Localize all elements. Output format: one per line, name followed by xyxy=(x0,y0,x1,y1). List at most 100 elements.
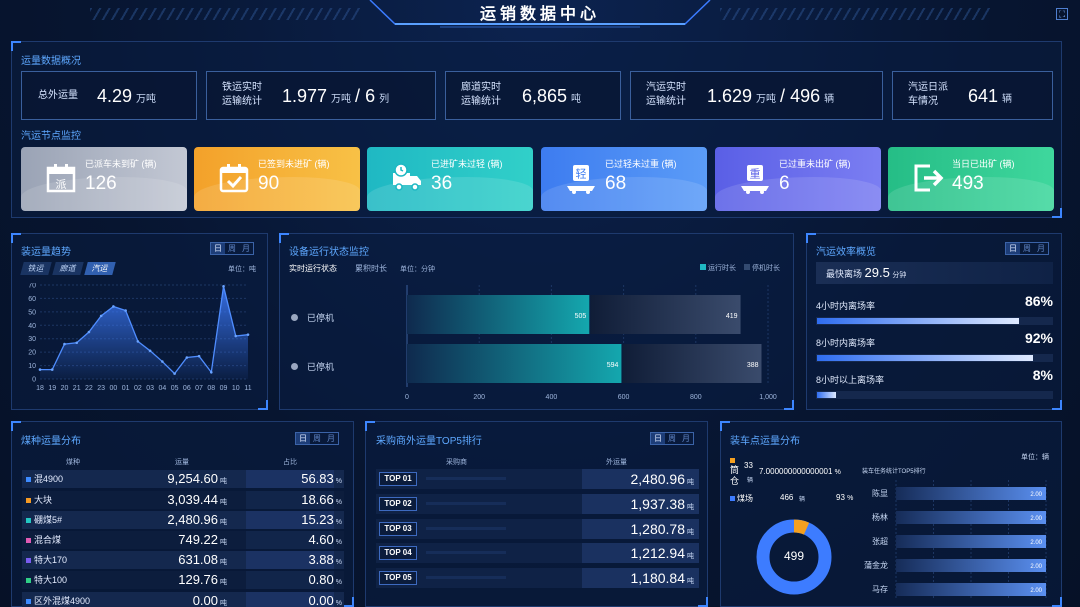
coal-volume: 749.22 吨 xyxy=(178,532,227,547)
node-value: 90 xyxy=(258,173,280,194)
loading-bar xyxy=(896,559,1046,572)
node-card-4[interactable]: 轻 已过轻未过重 (辆) 68 xyxy=(541,147,707,211)
legend-run: 运行时长 xyxy=(700,263,736,273)
efficiency-fill xyxy=(817,355,1033,361)
top5-row: TOP 05 1,180.84 吨 xyxy=(376,568,699,588)
trend-point xyxy=(197,354,201,358)
mode-truck[interactable]: 汽运 xyxy=(84,262,116,275)
tab-day[interactable]: 日 xyxy=(211,243,225,254)
node-card-3[interactable]: 已进矿未过轻 (辆) 36 xyxy=(367,147,533,211)
top5-period-tabs: 日周月 xyxy=(650,432,694,445)
coal-name: 区外混煤4900 xyxy=(34,596,91,606)
coal-row: 区外混煤4900 0.00 吨 0.00% xyxy=(22,592,344,607)
node-card-5[interactable]: 重 已过重未出矿 (辆) 6 xyxy=(715,147,881,211)
trend-ytick: 40 xyxy=(28,323,36,330)
tab-week[interactable]: 周 xyxy=(665,433,679,444)
device-sub-accum[interactable]: 累积时长 xyxy=(355,263,387,274)
tab-week[interactable]: 周 xyxy=(225,243,239,254)
efficiency-fill xyxy=(817,392,836,398)
loading-bar-name: 陈显 xyxy=(872,488,888,498)
stat-truck-value: 1.629 万吨/ 496 辆 xyxy=(707,86,835,106)
coal-volume: 129.76 吨 xyxy=(178,572,227,587)
trend-point xyxy=(185,356,189,359)
coal-color-dot xyxy=(26,599,31,604)
trend-point xyxy=(234,334,238,338)
legend-yard: 煤场 466 辆 93 % xyxy=(730,493,860,505)
stat-rail: 铁运实时 运输统计 1.977 万吨/ 6列 xyxy=(206,71,436,120)
tab-week[interactable]: 周 xyxy=(310,433,324,444)
stat-rail-value: 1.977 万吨/ 6列 xyxy=(282,86,390,106)
trend-point xyxy=(99,314,103,318)
stat-total: 总外运量 4.29 万吨 xyxy=(21,71,197,120)
top5-buyer-blur xyxy=(426,502,506,505)
fastest-exit: 最快离场 29.5 分钟 xyxy=(816,262,1053,284)
coal-name: 混合煤 xyxy=(34,535,62,545)
coal-name: 硼煤5# xyxy=(34,515,63,525)
svg-text:轻: 轻 xyxy=(576,167,587,181)
overview-title: 运量数据概况 xyxy=(21,56,81,67)
coal-row: 混合煤 749.22 吨 4.60% xyxy=(22,531,344,549)
tab-month[interactable]: 月 xyxy=(324,433,338,444)
trend-title: 装运量趋势 xyxy=(21,247,71,258)
coal-row: 混4900 9,254.60 吨 56.83% xyxy=(22,470,344,488)
stat-corridor-label: 廊道实时 运输统计 xyxy=(461,82,501,107)
coal-percent: 15.23% xyxy=(301,512,342,527)
device-stop-bar xyxy=(622,344,762,383)
device-xtick: 1,000 xyxy=(759,394,777,401)
loading-bar-chart: 陈显 2.00 杨林 2.00 张超 2.00 蒲金龙 2.00 马存 2.00 xyxy=(864,480,1047,600)
tab-month[interactable]: 月 xyxy=(679,433,693,444)
trend-xtick: 20 xyxy=(61,385,69,392)
top5-volume: 1,212.94 吨 xyxy=(630,545,695,561)
tab-day[interactable]: 日 xyxy=(296,433,310,444)
top5-rank-badge: TOP 05 xyxy=(379,571,417,585)
coal-row: 大块 3,039.44 吨 18.66% xyxy=(22,491,344,509)
top5-row: TOP 01 2,480.96 吨 xyxy=(376,469,699,489)
loading-bar-value: 2.00 xyxy=(1030,492,1042,498)
trend-mode-tabs: 铁运 廊道 汽运 xyxy=(20,262,116,275)
node-value: 493 xyxy=(952,173,984,194)
trend-point xyxy=(161,360,164,363)
coal-header-pct: 占比 xyxy=(283,459,297,466)
svg-text:派: 派 xyxy=(56,178,67,191)
node-label: 已进矿未过轻 (辆) xyxy=(431,159,503,169)
trend-point xyxy=(246,333,250,336)
stat-total-value: 4.29 万吨 xyxy=(97,86,157,106)
tab-day[interactable]: 日 xyxy=(651,433,665,444)
coal-period-tabs: 日周月 xyxy=(295,432,339,445)
stat-truck: 汽运实时 运输统计 1.629 万吨/ 496 辆 xyxy=(630,71,883,120)
tab-month[interactable]: 月 xyxy=(239,243,253,254)
coal-volume: 631.08 吨 xyxy=(178,552,227,567)
efficiency-value: 92% xyxy=(1024,330,1053,346)
efficiency-label: 8小时以上离场率 xyxy=(816,375,885,385)
stat-total-label: 总外运量 xyxy=(38,90,78,101)
coal-title: 煤种运量分布 xyxy=(21,436,81,447)
top5-title: 采购商外运量TOP5排行 xyxy=(376,436,482,447)
top5-buyer-blur xyxy=(426,477,506,480)
node-card-2[interactable]: 已签到未进矿 (辆) 90 xyxy=(194,147,360,211)
efficiency-value: 8% xyxy=(1032,367,1053,383)
fullscreen-icon[interactable]: ⛶ xyxy=(1056,8,1068,20)
loading-title: 装车点运量分布 xyxy=(730,436,800,447)
tab-month[interactable]: 月 xyxy=(1034,243,1048,254)
device-sub-realtime[interactable]: 实时运行状态 xyxy=(289,263,337,274)
top5-volume: 1,180.84 吨 xyxy=(630,570,695,586)
node-card-1[interactable]: 派 已派车未到矿 (辆) 126 xyxy=(21,147,187,211)
tab-week[interactable]: 周 xyxy=(1020,243,1034,254)
mode-rail[interactable]: 铁运 xyxy=(20,262,52,275)
mode-corridor[interactable]: 廊道 xyxy=(52,262,84,275)
trend-xtick: 05 xyxy=(171,385,179,392)
trend-xtick: 22 xyxy=(85,385,93,392)
tab-day[interactable]: 日 xyxy=(1006,243,1020,254)
node-card-6[interactable]: 当日已出矿 (辆) 493 xyxy=(888,147,1054,211)
efficiency-period-tabs: 日周月 xyxy=(1005,242,1049,255)
loading-bar xyxy=(896,511,1046,524)
top5-row: TOP 04 1,212.94 吨 xyxy=(376,543,699,563)
node-label: 当日已出矿 (辆) xyxy=(952,159,1015,169)
trend-point xyxy=(50,368,54,371)
device-run-label: 505 xyxy=(575,313,587,320)
svg-text:重: 重 xyxy=(750,167,761,181)
efficiency-title: 汽运效率概览 xyxy=(816,247,876,258)
trend-xtick: 21 xyxy=(73,385,81,392)
device-run-label: 594 xyxy=(607,362,619,369)
loading-bar-name: 张超 xyxy=(872,536,888,546)
